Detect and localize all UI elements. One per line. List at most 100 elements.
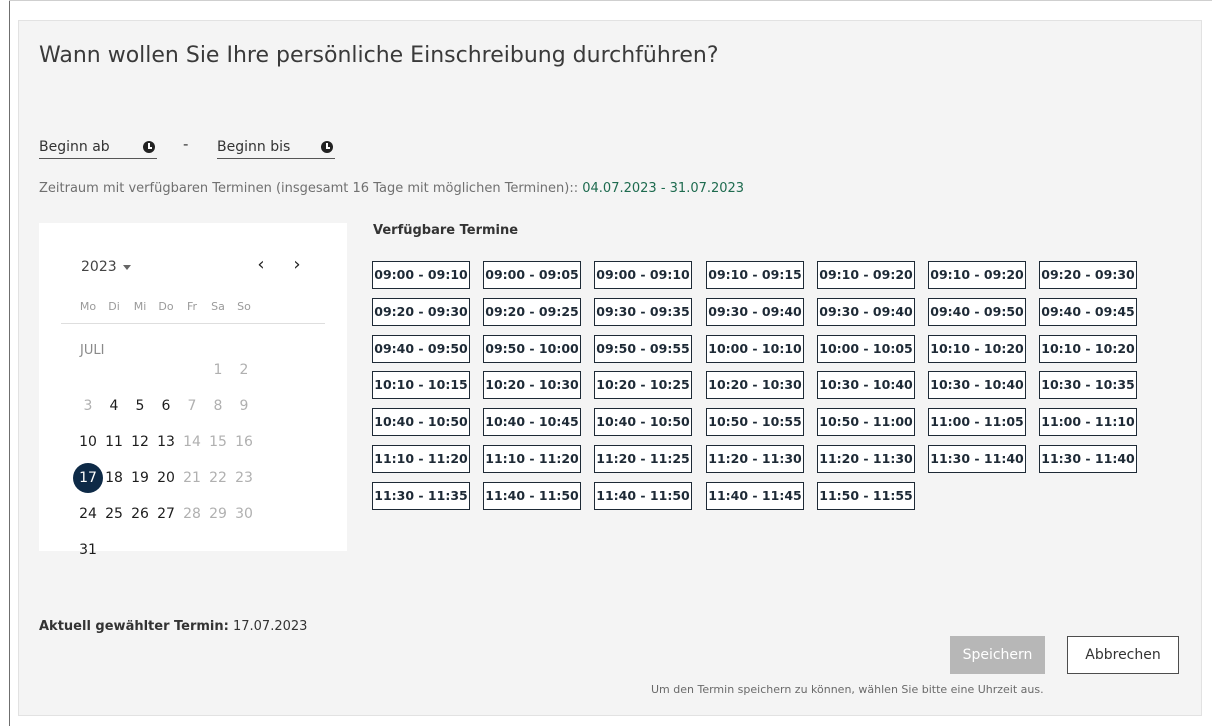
start-time-field[interactable]: Beginn ab: [39, 135, 157, 159]
time-slot-button[interactable]: 09:10 - 09:20: [928, 261, 1026, 289]
page-title: Wann wollen Sie Ihre persönliche Einschr…: [39, 43, 719, 68]
time-slot-button[interactable]: 09:30 - 09:35: [594, 298, 692, 326]
clock-icon[interactable]: [321, 140, 333, 153]
time-slot-button[interactable]: 09:40 - 09:45: [1039, 298, 1137, 326]
calendar-day[interactable]: 24: [75, 501, 101, 527]
time-slot-button[interactable]: 10:20 - 10:25: [594, 371, 692, 399]
next-month-button[interactable]: ›: [287, 253, 307, 277]
time-slot-button[interactable]: 11:00 - 11:05: [928, 408, 1026, 436]
time-slot-button[interactable]: 10:30 - 10:40: [928, 371, 1026, 399]
time-slot-button[interactable]: 09:50 - 09:55: [594, 335, 692, 363]
time-slot-button[interactable]: 09:20 - 09:25: [483, 298, 581, 326]
calendar-divider: [61, 323, 325, 324]
calendar-day[interactable]: 17: [73, 463, 103, 493]
time-slot-button[interactable]: 09:40 - 09:50: [928, 298, 1026, 326]
calendar-day[interactable]: 4: [101, 393, 127, 419]
selected-appointment-label: Aktuell gewählter Termin:: [39, 619, 229, 634]
weekday-label: Do: [158, 300, 174, 313]
cancel-button[interactable]: Abbrechen: [1067, 636, 1179, 674]
year-selector[interactable]: 2023: [81, 259, 131, 275]
time-slot-button[interactable]: 10:30 - 10:40: [817, 371, 915, 399]
time-slot-button[interactable]: 11:50 - 11:55: [817, 482, 915, 510]
availability-range-text: Zeitraum mit verfügbaren Terminen (insge…: [39, 181, 579, 196]
prev-month-button[interactable]: ‹: [251, 253, 271, 277]
time-slot-button[interactable]: 09:40 - 09:50: [372, 335, 470, 363]
year-value: 2023: [81, 259, 117, 275]
time-slot-button[interactable]: 11:40 - 11:50: [483, 482, 581, 510]
calendar-day[interactable]: 20: [153, 465, 179, 491]
time-slot-button[interactable]: 10:10 - 10:20: [1039, 335, 1137, 363]
calendar-day: 15: [209, 434, 227, 450]
time-slot-button[interactable]: 09:00 - 09:10: [594, 261, 692, 289]
calendar-day: 1: [213, 362, 223, 378]
weekday-label: Fr: [186, 300, 198, 313]
time-slot-button[interactable]: 10:40 - 10:45: [483, 408, 581, 436]
time-slot-button[interactable]: 11:20 - 11:30: [817, 445, 915, 473]
calendar-day: 29: [209, 506, 227, 522]
time-slot-button[interactable]: 09:50 - 10:00: [483, 335, 581, 363]
calendar-day[interactable]: 6: [153, 393, 179, 419]
weekday-label: Sa: [211, 300, 225, 313]
weekday-label: So: [237, 300, 251, 313]
calendar-day[interactable]: 19: [127, 465, 153, 491]
time-slot-button[interactable]: 11:30 - 11:40: [928, 445, 1026, 473]
time-slot-button[interactable]: 10:50 - 10:55: [706, 408, 804, 436]
time-slot-button[interactable]: 10:40 - 10:50: [594, 408, 692, 436]
time-slot-button[interactable]: 10:10 - 10:15: [372, 371, 470, 399]
time-slot-button[interactable]: 09:20 - 09:30: [1039, 261, 1137, 289]
selected-appointment-value: 17.07.2023: [228, 619, 308, 634]
calendar-day[interactable]: 12: [127, 429, 153, 455]
calendar-day: 16: [235, 434, 253, 450]
calendar-day[interactable]: 5: [127, 393, 153, 419]
time-slot-button[interactable]: 10:50 - 11:00: [817, 408, 915, 436]
time-slot-button[interactable]: 09:00 - 09:05: [483, 261, 581, 289]
calendar-day[interactable]: 31: [75, 537, 101, 563]
time-slot-button[interactable]: 10:30 - 10:35: [1039, 371, 1137, 399]
time-slot-button[interactable]: 09:10 - 09:15: [706, 261, 804, 289]
weekday-label: Mo: [79, 300, 97, 313]
time-slot-button[interactable]: 11:10 - 11:20: [483, 445, 581, 473]
time-slot-button[interactable]: 10:10 - 10:20: [928, 335, 1026, 363]
time-range-separator: -: [183, 135, 189, 153]
time-slot-button[interactable]: 11:20 - 11:25: [594, 445, 692, 473]
time-slot-button[interactable]: 10:40 - 10:50: [372, 408, 470, 436]
availability-range-info: Zeitraum mit verfügbaren Terminen (insge…: [39, 181, 744, 196]
time-slot-button[interactable]: 11:10 - 11:20: [372, 445, 470, 473]
calendar-day[interactable]: 11: [101, 429, 127, 455]
time-slot-button[interactable]: 09:30 - 09:40: [706, 298, 804, 326]
end-time-field[interactable]: Beginn bis: [217, 135, 335, 159]
time-slot-button[interactable]: 09:20 - 09:30: [372, 298, 470, 326]
time-slot-button[interactable]: 11:30 - 11:40: [1039, 445, 1137, 473]
available-slots-title: Verfügbare Termine: [373, 223, 519, 238]
calendar-day: 28: [183, 506, 201, 522]
chevron-right-icon: ›: [293, 254, 301, 275]
time-slot-button[interactable]: 10:20 - 10:30: [483, 371, 581, 399]
time-slot-button[interactable]: 09:30 - 09:40: [817, 298, 915, 326]
calendar-day[interactable]: 13: [153, 429, 179, 455]
date-picker-calendar: 2023 ‹ › Mo Di Mi Do Fr Sa So JULI 12345…: [39, 223, 347, 558]
calendar-day[interactable]: 27: [153, 501, 179, 527]
time-slot-button[interactable]: 10:00 - 10:10: [706, 335, 804, 363]
calendar-day: 21: [183, 470, 201, 486]
time-slot-button[interactable]: 11:00 - 11:10: [1039, 408, 1137, 436]
selected-appointment: Aktuell gewählter Termin: 17.07.2023: [39, 619, 307, 634]
weekday-header: Mo Di Mi Do Fr Sa So: [75, 300, 257, 313]
time-slot-button[interactable]: 11:40 - 11:50: [594, 482, 692, 510]
calendar-day: 9: [239, 398, 249, 414]
calendar-day[interactable]: 18: [101, 465, 127, 491]
time-slot-button[interactable]: 09:10 - 09:20: [817, 261, 915, 289]
time-slot-button[interactable]: 11:30 - 11:35: [372, 482, 470, 510]
clock-icon[interactable]: [143, 140, 155, 153]
calendar-day[interactable]: 10: [75, 429, 101, 455]
time-slot-button[interactable]: 11:40 - 11:45: [706, 482, 804, 510]
calendar-day: 30: [235, 506, 253, 522]
time-slot-button[interactable]: 10:00 - 10:05: [817, 335, 915, 363]
calendar-day[interactable]: 26: [127, 501, 153, 527]
time-slot-button[interactable]: 11:20 - 11:30: [706, 445, 804, 473]
time-slot-button[interactable]: 09:00 - 09:10: [372, 261, 470, 289]
window-border-top: [9, 0, 1212, 1]
window-border-left: [9, 0, 10, 726]
time-slot-button[interactable]: 10:20 - 10:30: [706, 371, 804, 399]
save-button[interactable]: Speichern: [950, 636, 1045, 674]
calendar-day[interactable]: 25: [101, 501, 127, 527]
